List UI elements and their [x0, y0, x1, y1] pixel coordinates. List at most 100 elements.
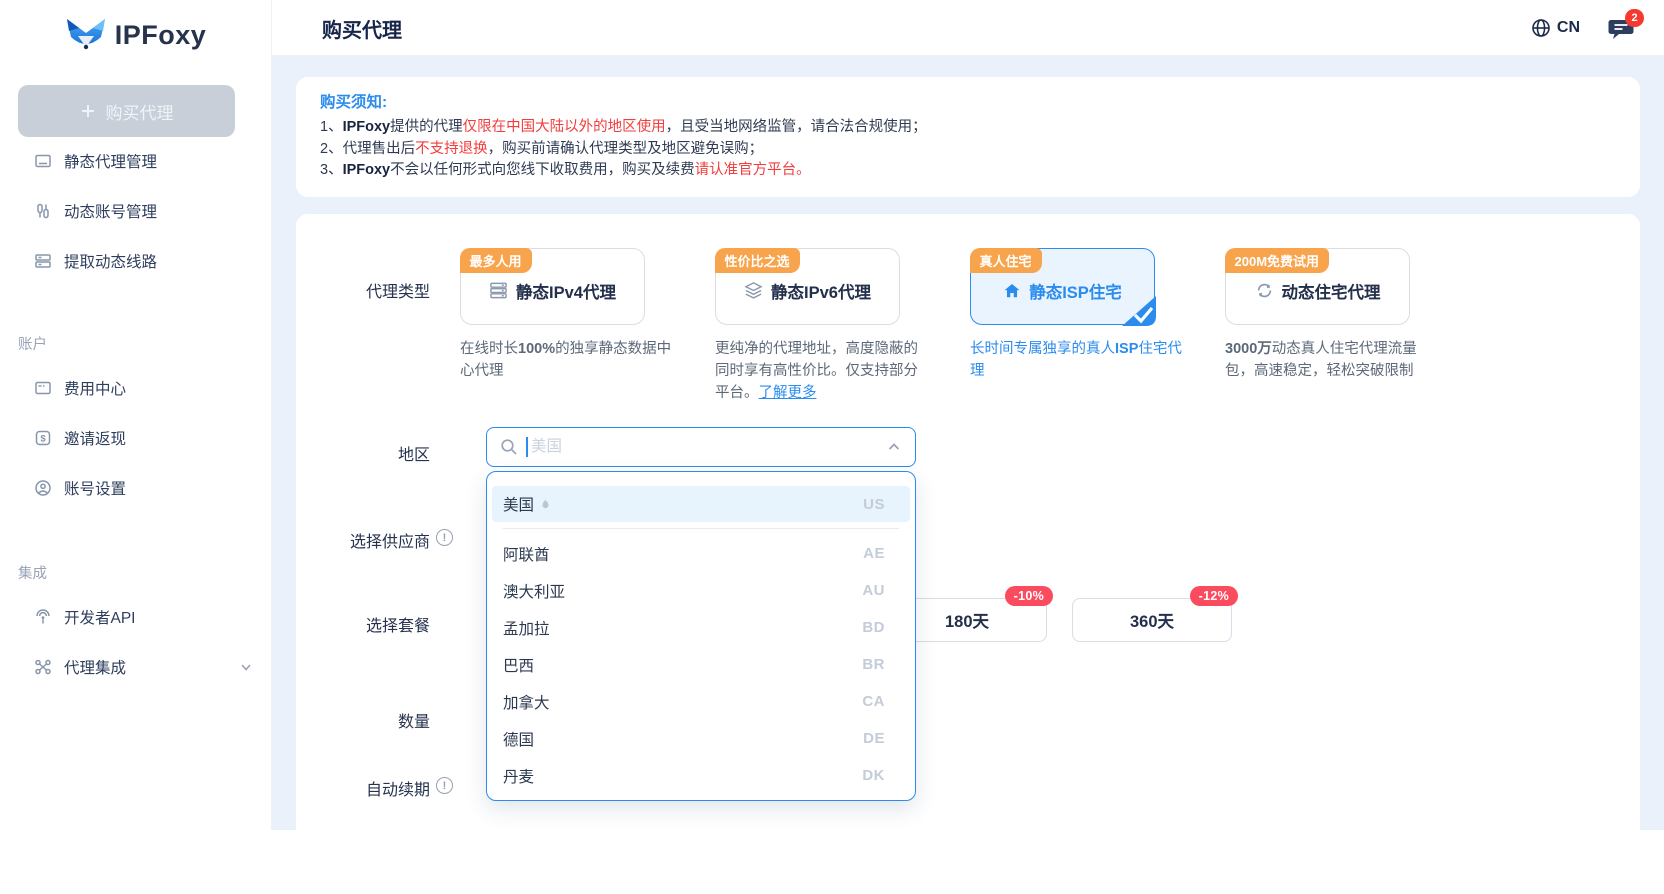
dollar-square-icon: $: [34, 429, 52, 447]
package-label: 180天: [945, 608, 989, 632]
logo-text: IPFoxy: [115, 20, 207, 51]
sidebar-item-label: 账号设置: [64, 477, 126, 499]
sidebar-item-dynamic-account[interactable]: 动态账号管理: [0, 186, 271, 236]
cycle-arrows-icon: [1255, 281, 1274, 300]
dropdown-item-us[interactable]: 美国 US: [492, 486, 910, 522]
sidebar-item-label: 开发者API: [64, 606, 135, 628]
section-label-account: 账户: [0, 333, 271, 354]
card-static-ipv4[interactable]: 最多人用 静态IPv4代理: [460, 248, 645, 325]
card-title: 静态IPv4代理: [516, 279, 616, 303]
home-icon: [1003, 282, 1021, 300]
dropdown-item-de[interactable]: 德国DE: [487, 720, 915, 757]
sidebar-item-label: 代理集成: [64, 656, 227, 678]
chevron-down-icon: [239, 660, 253, 674]
card-badge: 200M免费试用: [1225, 248, 1330, 273]
text-cursor: [526, 437, 528, 457]
chevron-up-icon[interactable]: [886, 439, 902, 455]
monitor-icon: [34, 152, 52, 170]
server-icon: [34, 252, 52, 270]
sidebar-item-label: 提取动态线路: [64, 250, 157, 272]
flame-icon: [539, 497, 552, 511]
label-package: 选择套餐: [296, 612, 430, 636]
label-auto-renew: 自动续期: [296, 776, 430, 800]
page-title: 购买代理: [322, 14, 402, 43]
selected-check-icon: [1122, 296, 1156, 326]
sidebar-item-label: 静态代理管理: [64, 150, 157, 172]
package-label: 360天: [1130, 608, 1174, 632]
card-desc: 更纯净的代理地址，高度隐蔽的同时享有高性价比。仅支持部分平台。了解更多: [715, 338, 927, 404]
sidebar-item-extract-lines[interactable]: 提取动态线路: [0, 236, 271, 286]
card-dynamic-residential[interactable]: 200M免费试用 动态住宅代理: [1225, 248, 1410, 325]
discount-badge: -10%: [1005, 586, 1053, 606]
language-switcher[interactable]: CN: [1531, 18, 1580, 38]
card-static-isp[interactable]: 真人住宅 静态ISP住宅: [970, 248, 1155, 325]
purchase-notice: 购买须知: 1、IPFoxy提供的代理仅限在中国大陆以外的地区使用，且受当地网络…: [296, 77, 1640, 197]
section-label-integration: 集成: [0, 562, 271, 583]
sidebar: IPFoxy 购买代理 代理 静态代理管理 动态账号管理: [0, 0, 272, 830]
dropdown-item-bd[interactable]: 孟加拉BD: [487, 609, 915, 646]
search-icon: [500, 438, 518, 456]
label-proxy-type: 代理类型: [296, 278, 430, 302]
content: 购买须知: 1、IPFoxy提供的代理仅限在中国大陆以外的地区使用，且受当地网络…: [272, 56, 1664, 830]
chat-button[interactable]: 2: [1608, 18, 1634, 42]
purchase-form-panel: 代理类型 地区 选择供应商 选择套餐 数量 自动续期 最多人用 静态IPv4代理…: [296, 214, 1640, 894]
nodes-icon: [34, 658, 52, 676]
sidebar-item-label: 邀请返现: [64, 427, 126, 449]
card-badge: 最多人用: [460, 248, 532, 273]
dropdown-item-dk[interactable]: 丹麦DK: [487, 757, 915, 794]
label-quantity: 数量: [296, 708, 430, 732]
dropdown-divider: [503, 528, 899, 529]
card-desc: 在线时长100%的独享静态数据中心代理: [460, 338, 672, 382]
sidebar-item-invite-cashback[interactable]: $ 邀请返现: [0, 413, 271, 463]
region-dropdown: 美国 US 阿联酋AE 澳大利亚AU 孟加拉BD 巴西BR 加拿大CA 德国DE…: [486, 471, 916, 801]
region-search-field[interactable]: [531, 438, 886, 456]
card-badge: 真人住宅: [970, 248, 1042, 273]
dropdown-item-au[interactable]: 澳大利亚AU: [487, 572, 915, 609]
sidebar-item-label: 动态账号管理: [64, 200, 157, 222]
ipfoxy-fox-icon: [65, 16, 107, 54]
buy-proxy-label: 购买代理: [106, 99, 174, 124]
learn-more-link[interactable]: 了解更多: [759, 385, 817, 401]
auto-renew-info-icon[interactable]: [436, 777, 453, 794]
card-desc: 3000万动态真人住宅代理流量包，高速稳定，轻松突破限制: [1225, 338, 1437, 382]
plus-icon: [80, 103, 96, 119]
sliders-icon: [34, 202, 52, 220]
header: 购买代理 CN 2: [272, 0, 1664, 56]
api-signal-icon: [34, 608, 52, 626]
sidebar-item-billing-center[interactable]: 费用中心: [0, 363, 271, 413]
server-stack-icon: [489, 281, 508, 300]
language-code: CN: [1557, 19, 1580, 37]
card-badge: 性价比之选: [715, 248, 800, 273]
discount-badge: -12%: [1190, 586, 1238, 606]
card-desc: 长时间专属独享的真人ISP住宅代理: [970, 338, 1182, 382]
sidebar-item-label: 费用中心: [64, 377, 126, 399]
sidebar-item-proxy-integration[interactable]: 代理集成: [0, 642, 271, 692]
notice-line: 1、IPFoxy提供的代理仅限在中国大陆以外的地区使用，且受当地网络监管，请合法…: [320, 117, 1616, 139]
label-region: 地区: [296, 441, 430, 465]
card-title: 静态ISP住宅: [1029, 279, 1122, 303]
region-select-input[interactable]: [486, 427, 916, 467]
card-static-ipv6[interactable]: 性价比之选 静态IPv6代理: [715, 248, 900, 325]
sidebar-item-developer-api[interactable]: 开发者API: [0, 592, 271, 642]
credit-card-icon: [34, 379, 52, 397]
user-circle-icon: [34, 479, 52, 497]
svg-text:$: $: [40, 434, 46, 445]
label-supplier: 选择供应商: [296, 528, 430, 552]
sidebar-item-account-settings[interactable]: 账号设置: [0, 463, 271, 513]
package-360-days[interactable]: 360天 -12%: [1072, 598, 1232, 642]
sidebar-item-static-proxy[interactable]: 静态代理管理: [0, 136, 271, 186]
logo: IPFoxy: [0, 0, 271, 58]
buy-proxy-button[interactable]: 购买代理: [18, 85, 235, 137]
supplier-info-icon[interactable]: [436, 529, 453, 546]
card-title: 静态IPv6代理: [771, 279, 871, 303]
layers-icon: [744, 281, 763, 300]
dropdown-item-br[interactable]: 巴西BR: [487, 646, 915, 683]
notice-title: 购买须知:: [320, 90, 1616, 112]
notice-line: 3、IPFoxy不会以任何形式向您线下收取费用，购买及续费请认准官方平台。: [320, 160, 1616, 182]
chat-unread-badge: 2: [1625, 9, 1644, 27]
card-title: 动态住宅代理: [1282, 279, 1381, 303]
globe-icon: [1531, 18, 1551, 38]
notice-line: 2、代理售出后不支持退换，购买前请确认代理类型及地区避免误购；: [320, 139, 1616, 161]
dropdown-item-ca[interactable]: 加拿大CA: [487, 683, 915, 720]
dropdown-item-ae[interactable]: 阿联酋AE: [487, 535, 915, 572]
